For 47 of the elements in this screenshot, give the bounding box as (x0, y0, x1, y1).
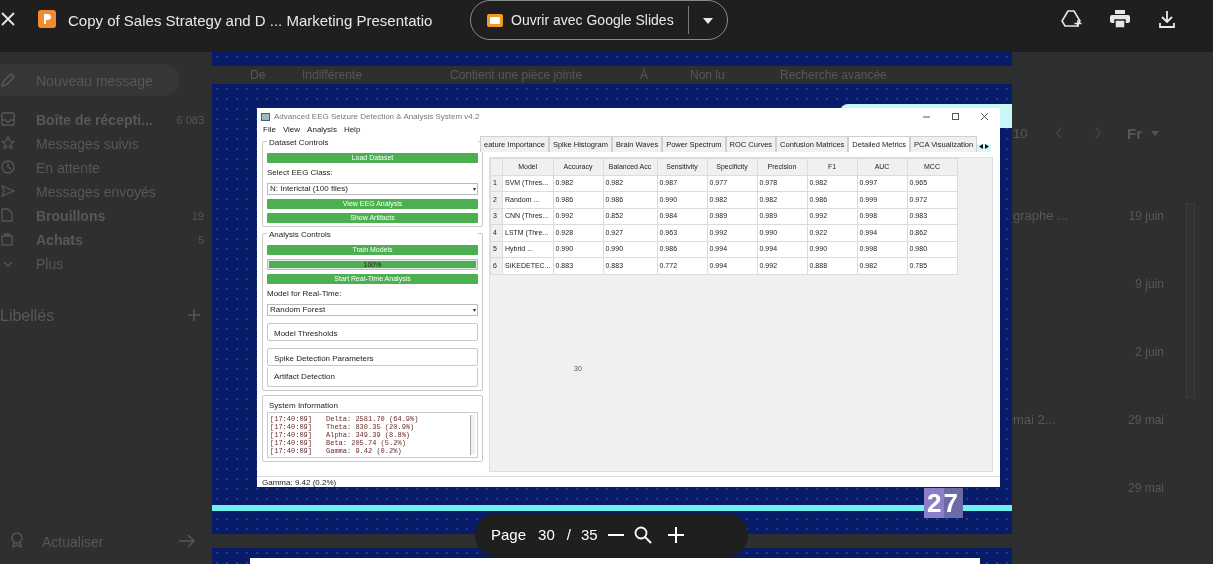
plus-icon[interactable] (187, 308, 201, 322)
class-dropdown[interactable]: N: Interictal (100 files) (267, 183, 478, 195)
app-icon (261, 112, 270, 121)
badge-icon[interactable] (10, 532, 24, 548)
group-heading: Analysis Controls (267, 229, 478, 241)
inbox-icon[interactable] (1, 112, 15, 126)
caret-icon (702, 17, 713, 24)
caret-icon (473, 307, 476, 313)
star-icon[interactable] (1, 136, 15, 150)
shopping-bag-icon[interactable] (1, 232, 13, 246)
maximize-icon[interactable] (952, 113, 959, 120)
close-icon[interactable] (981, 113, 988, 120)
file-icon[interactable] (1, 208, 13, 222)
page-label: Page (491, 524, 527, 545)
menu-item[interactable]: Help (343, 125, 361, 135)
pencil-icon[interactable] (0, 72, 16, 88)
chevron-down-icon[interactable] (2, 260, 14, 268)
menu-item[interactable]: File (263, 125, 276, 135)
model-dropdown[interactable]: Random Forest (267, 304, 478, 316)
download-icon[interactable] (1159, 10, 1175, 28)
window-title: Advanced EEG Seizure Detection & Analysis System v4.2 (274, 110, 481, 123)
field-label: Model for Real-Time: (267, 288, 343, 300)
caret-icon[interactable] (1151, 131, 1159, 136)
menu-item[interactable]: View (282, 125, 301, 135)
send-icon[interactable] (1, 184, 15, 198)
section-heading: Spike Detection Parameters (272, 353, 376, 365)
clock-icon[interactable] (1, 160, 15, 174)
slides-file-icon (38, 10, 56, 28)
slide-number: 27 (924, 488, 963, 518)
caret-icon (473, 186, 476, 192)
minimize-icon[interactable] (923, 113, 930, 120)
status-text: Gamma: 9.42 (0.2%) (257, 476, 1000, 487)
scrollbar[interactable] (470, 415, 475, 455)
zoom-icon[interactable] (633, 526, 652, 544)
menu-item[interactable]: Analysis (307, 125, 337, 135)
page-total: 35 (580, 524, 598, 545)
zoom-in-icon[interactable] (667, 527, 684, 543)
arrow-left-icon[interactable] (979, 144, 984, 149)
group-heading: System Information (267, 400, 340, 412)
print-icon[interactable] (1110, 10, 1130, 28)
page-input[interactable]: 30 (536, 523, 557, 547)
file-title: Copy of Sales Strategy and D ... Marketing Presentatio (68, 11, 433, 31)
slides-icon (487, 13, 503, 27)
field-label: Select EEG Class: (267, 167, 334, 179)
arrow-right-icon[interactable] (985, 144, 990, 149)
page-separator: / (566, 524, 571, 545)
drive-add-icon[interactable] (1061, 9, 1083, 29)
